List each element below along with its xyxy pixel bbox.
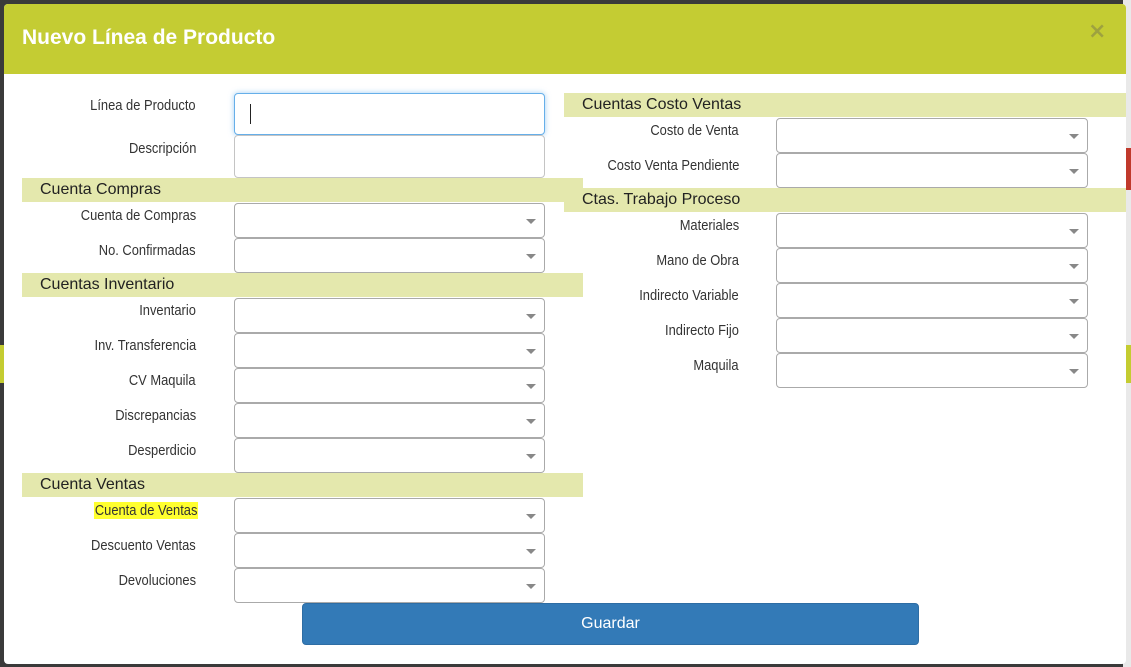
dropdown-arrow-icon <box>526 549 536 554</box>
desperdicio-label: Desperdicio <box>127 442 196 459</box>
cuenta-ventas-label: Cuenta de Ventas <box>93 502 198 519</box>
close-icon[interactable]: × <box>1088 20 1106 44</box>
section-title: Cuenta Ventas <box>40 476 145 493</box>
section-title: Cuentas Inventario <box>40 276 175 293</box>
modal-title: Nuevo Línea de Producto <box>22 26 276 49</box>
indirecto-variable-label: Indirecto Variable <box>639 287 739 304</box>
no-confirmadas-select[interactable] <box>234 238 545 273</box>
dropdown-arrow-icon <box>526 384 536 389</box>
discrepancias-select[interactable] <box>234 403 545 438</box>
inv-transferencia-label: Inv. Transferencia <box>94 337 196 354</box>
product-line-modal: Nuevo Línea de Producto × Línea de Produ… <box>4 4 1126 664</box>
section-title: Ctas. Trabajo Proceso <box>582 191 741 208</box>
no-confirmadas-label: No. Confirmadas <box>99 242 196 259</box>
discrepancias-label: Discrepancias <box>114 407 196 424</box>
dropdown-arrow-icon <box>526 254 536 259</box>
dropdown-arrow-icon <box>526 349 536 354</box>
indirecto-fijo-label: Indirecto Fijo <box>665 322 739 339</box>
section-cuenta-ventas: Cuenta Ventas <box>22 473 583 497</box>
section-cuenta-compras: Cuenta Compras <box>22 178 583 202</box>
section-title: Cuentas Costo Ventas <box>582 96 742 113</box>
save-button[interactable]: Guardar <box>302 603 919 645</box>
indirecto-fijo-select[interactable] <box>776 318 1088 353</box>
cuenta-compras-label: Cuenta de Compras <box>80 207 196 224</box>
cv-maquila-label: CV Maquila <box>129 372 196 389</box>
dropdown-arrow-icon <box>1069 264 1079 269</box>
dropdown-arrow-icon <box>526 419 536 424</box>
devoluciones-select[interactable] <box>234 568 545 603</box>
inventario-select[interactable] <box>234 298 545 333</box>
maquila-label: Maquila <box>693 357 739 374</box>
mano-de-obra-label: Mano de Obra <box>656 252 739 269</box>
descripcion-input[interactable] <box>234 135 545 178</box>
materiales-select[interactable] <box>776 213 1088 248</box>
section-cuentas-inventario: Cuentas Inventario <box>22 273 583 297</box>
dropdown-arrow-icon <box>1069 299 1079 304</box>
costo-venta-select[interactable] <box>776 118 1088 153</box>
section-cuentas-costo-ventas: Cuentas Costo Ventas <box>564 93 1126 117</box>
dropdown-arrow-icon <box>1069 134 1079 139</box>
descuento-ventas-label: Descuento Ventas <box>91 537 196 554</box>
descuento-ventas-select[interactable] <box>234 533 545 568</box>
mano-de-obra-select[interactable] <box>776 248 1088 283</box>
indirecto-variable-select[interactable] <box>776 283 1088 318</box>
dropdown-arrow-icon <box>526 219 536 224</box>
dropdown-arrow-icon <box>1069 229 1079 234</box>
devoluciones-label: Devoluciones <box>118 572 196 589</box>
cv-maquila-select[interactable] <box>234 368 545 403</box>
cuenta-ventas-select[interactable] <box>234 498 545 533</box>
costo-venta-pendiente-select[interactable] <box>776 153 1088 188</box>
dropdown-arrow-icon <box>1069 169 1079 174</box>
materiales-label: Materiales <box>679 217 739 234</box>
dropdown-arrow-icon <box>526 514 536 519</box>
costo-venta-pendiente-label: Costo Venta Pendiente <box>607 157 739 174</box>
section-ctas-trabajo-proceso: Ctas. Trabajo Proceso <box>564 188 1126 212</box>
text-caret <box>250 104 251 124</box>
section-title: Cuenta Compras <box>40 181 161 198</box>
modal-header: Nuevo Línea de Producto × <box>4 4 1126 74</box>
linea-producto-label: Línea de Producto <box>90 97 196 114</box>
dropdown-arrow-icon <box>526 314 536 319</box>
linea-producto-input[interactable] <box>234 93 545 135</box>
maquila-select[interactable] <box>776 353 1088 388</box>
descripcion-label: Descripción <box>128 140 196 157</box>
inventario-label: Inventario <box>139 302 196 319</box>
dropdown-arrow-icon <box>1069 334 1079 339</box>
dropdown-arrow-icon <box>1069 369 1079 374</box>
desperdicio-select[interactable] <box>234 438 545 473</box>
cuenta-compras-select[interactable] <box>234 203 545 238</box>
inv-transferencia-select[interactable] <box>234 333 545 368</box>
dropdown-arrow-icon <box>526 454 536 459</box>
dropdown-arrow-icon <box>526 584 536 589</box>
costo-venta-label: Costo de Venta <box>650 122 739 139</box>
